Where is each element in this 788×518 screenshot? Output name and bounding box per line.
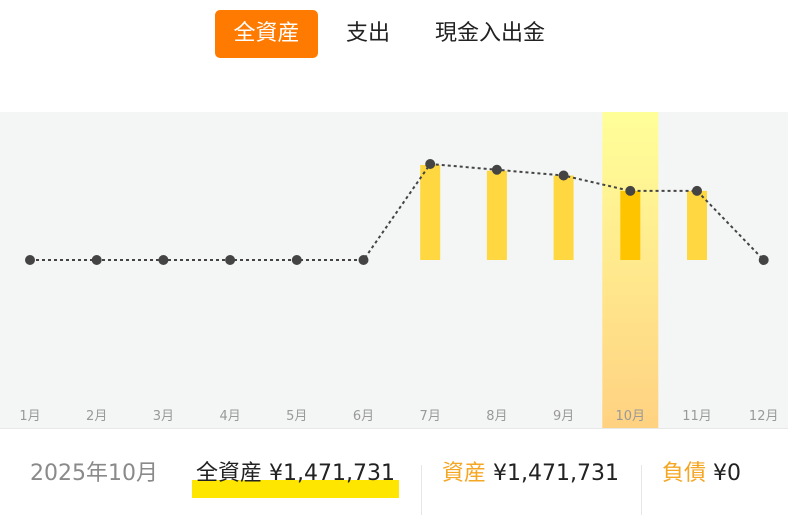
asset-chart: 1月 2月 3月 4月 5月 6月 7月 8月 9月 10月 11月 12月: [0, 112, 788, 446]
x-tick-label: 6月: [353, 409, 374, 424]
total-assets-summary: 全資産 ¥1,471,731: [192, 429, 399, 518]
summary-bar: 2025年10月 全資産 ¥1,471,731 資産 ¥1,471,731 負債…: [0, 428, 788, 517]
assets-value: ¥1,471,731: [493, 461, 619, 486]
assets-label: 資産: [442, 461, 487, 486]
debts-summary: 負債 ¥0: [662, 429, 741, 518]
tab-expenses[interactable]: 支出: [346, 10, 390, 58]
x-tick-label: 8月: [486, 409, 507, 424]
bar-7月[interactable]: [420, 164, 441, 260]
x-tick-label: 9月: [553, 409, 574, 424]
point-1月[interactable]: [25, 255, 35, 265]
x-tick-label: 11月: [682, 409, 712, 424]
point-7月[interactable]: [425, 159, 436, 169]
selected-month[interactable]: 2025年10月: [30, 429, 158, 518]
x-tick-label: 3月: [153, 409, 174, 424]
total-assets-value: ¥1,471,731: [269, 461, 395, 486]
point-5月[interactable]: [291, 255, 302, 265]
bar-11月[interactable]: [687, 190, 707, 260]
bar-8月[interactable]: [486, 170, 507, 260]
tab-all-assets[interactable]: 全資産: [215, 10, 318, 58]
x-tick-label: 4月: [219, 409, 240, 424]
assets-summary: 資産 ¥1,471,731: [442, 429, 619, 518]
tab-bar: 全資産 支出 現金入出金: [0, 10, 788, 58]
x-tick-label: 1月: [19, 409, 40, 424]
bar-10月[interactable]: [620, 190, 641, 260]
selected-month-highlight: [602, 112, 659, 446]
point-2月[interactable]: [91, 255, 102, 265]
point-9月[interactable]: [558, 170, 569, 181]
tab-cash-flow[interactable]: 現金入出金: [435, 10, 545, 58]
point-4月[interactable]: [225, 255, 236, 265]
divider: [421, 465, 422, 515]
bar-9月[interactable]: [553, 175, 574, 260]
x-tick-label: 7月: [420, 409, 441, 424]
point-6月[interactable]: [358, 255, 369, 265]
point-3月[interactable]: [158, 255, 169, 265]
point-8月[interactable]: [491, 164, 502, 175]
point-12月[interactable]: [758, 255, 769, 265]
x-tick-label: 2月: [86, 409, 107, 424]
divider: [641, 465, 642, 515]
x-tick-label: 12月: [749, 409, 779, 424]
debts-label: 負債: [662, 461, 707, 486]
asset-chart-svg: 1月 2月 3月 4月 5月 6月 7月 8月 9月 10月 11月 12月: [19, 112, 779, 446]
point-11月[interactable]: [692, 185, 702, 196]
x-tick-label: 5月: [286, 409, 307, 424]
point-10月[interactable]: [625, 185, 636, 196]
debts-value: ¥0: [713, 461, 742, 486]
x-tick-label: 10月: [616, 409, 646, 424]
total-assets-label: 全資産: [196, 461, 263, 486]
